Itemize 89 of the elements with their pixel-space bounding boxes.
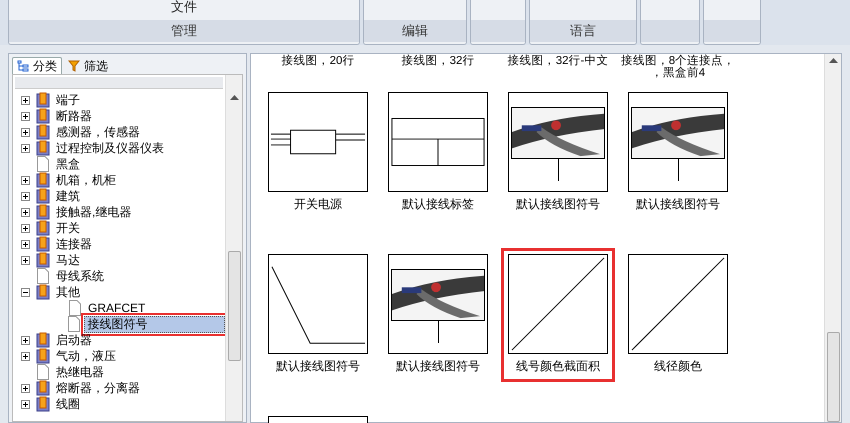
thumbnail-caption: 接线图，32行 [402,55,474,67]
expand-icon[interactable] [21,192,30,200]
tree-item[interactable]: 接触器,继电器 [53,204,134,220]
expand-icon[interactable] [21,144,30,152]
tree-item[interactable]: 断路器 [53,108,95,124]
thumbnail-caption: 线径颜色 [654,358,702,375]
expand-icon[interactable] [21,384,30,392]
thumbnail-caption: 接线图，8个连接点， [620,55,736,67]
thumbnail-caption: 接线图，32行-中文 [508,55,608,67]
group-label: 语言 [570,22,596,40]
tree-item[interactable]: GRAFCET [85,300,148,316]
thumbnail-caption: 默认接线图符号 [276,358,360,375]
diagonal-line-thumbnail[interactable] [628,254,728,354]
tree-item[interactable]: 熔断器，分离器 [53,380,143,396]
tree-item[interactable]: 线圈 [53,396,83,412]
collapse-icon[interactable] [21,288,30,296]
expand-icon[interactable] [21,176,30,184]
tree-item[interactable]: 机箱，机柜 [53,172,119,188]
tree-item[interactable]: 热继电器 [53,364,107,380]
scroll-up-icon[interactable] [828,58,838,63]
book-folder-icon [35,92,51,108]
scroll-thumb[interactable] [228,251,240,361]
tree-item[interactable]: 过程控制及仪器仪表 [53,140,167,156]
photo-thumbnail[interactable] [508,92,608,192]
thumbnail-caption: 默认接线图符号 [636,196,720,213]
thumbnail-caption: 线号颜色截面积 [516,358,600,375]
expand-icon[interactable] [21,112,30,120]
book-folder-icon [35,108,51,124]
scroll-up-icon[interactable] [230,95,238,100]
book-folder-icon [35,348,51,364]
group-label: 编辑 [402,22,428,40]
thumbnail-caption: 默认接线图符号 [396,358,480,375]
book-folder-icon [35,396,51,412]
book-folder-icon [35,188,51,204]
thumbnail-caption: 开关电源 [294,196,342,213]
expand-icon[interactable] [21,352,30,360]
expand-icon[interactable] [21,128,30,136]
book-folder-icon [35,252,51,268]
photo-thumbnail[interactable] [628,92,728,192]
panel-tab[interactable]: 分类 [12,57,62,74]
tree-item[interactable]: 启动器 [53,332,95,348]
expand-icon[interactable] [21,336,30,344]
expand-icon[interactable] [21,256,30,264]
book-folder-icon [35,124,51,140]
tree-item[interactable]: 其他 [53,284,83,300]
tree-item[interactable]: 黑盒 [53,156,83,172]
book-folder-icon [35,380,51,396]
document-icon [66,316,81,332]
book-folder-icon [35,284,51,300]
book-folder-icon [35,140,51,156]
book-folder-icon [35,220,51,236]
expand-icon[interactable] [21,208,30,216]
tree-item[interactable]: 感测器，传感器 [53,124,143,140]
book-folder-icon [35,172,51,188]
document-icon [36,268,50,284]
tree-item[interactable]: 端子 [53,92,83,108]
tree-item[interactable]: 马达 [53,252,83,268]
tree-item[interactable]: 开关 [53,220,83,236]
file-button[interactable]: 文件 [171,0,197,14]
expand-icon[interactable] [21,224,30,232]
book-folder-icon [35,236,51,252]
thumbnail-caption: ，黑盒前4 [650,67,706,79]
tree-item[interactable]: 连接器 [53,236,95,252]
funnel-icon [68,60,80,72]
thumbnail-caption: 接线图，20行 [282,55,354,67]
group-label: 管理 [171,22,197,40]
tree-item[interactable]: 母线系统 [53,268,107,284]
switch-symbol-thumbnail[interactable] [268,92,368,192]
scroll-thumb[interactable] [826,332,840,422]
book-folder-icon [35,332,51,348]
panel-tab[interactable]: 筛选 [64,57,112,74]
document-icon [36,156,50,172]
polyline-thumbnail[interactable] [268,254,368,354]
expand-icon[interactable] [21,240,30,248]
book-folder-icon [35,204,51,220]
document-icon [68,300,82,316]
document-icon [36,364,50,380]
tree-icon [17,60,29,72]
scrollbar[interactable] [225,75,242,421]
tree-item[interactable]: 建筑 [53,188,83,204]
expand-icon[interactable] [21,96,30,104]
photo-thumbnail[interactable] [388,254,488,354]
thumbnail-caption: 默认接线图符号 [516,196,600,213]
label-table-thumbnail[interactable] [388,92,488,192]
scrollbar[interactable] [824,54,841,422]
diagonal-line-thumbnail[interactable] [508,254,608,354]
tree-item[interactable]: 气动，液压 [53,348,119,364]
thumbnail-caption: 默认接线标签 [402,196,474,213]
expand-icon[interactable] [21,400,30,408]
